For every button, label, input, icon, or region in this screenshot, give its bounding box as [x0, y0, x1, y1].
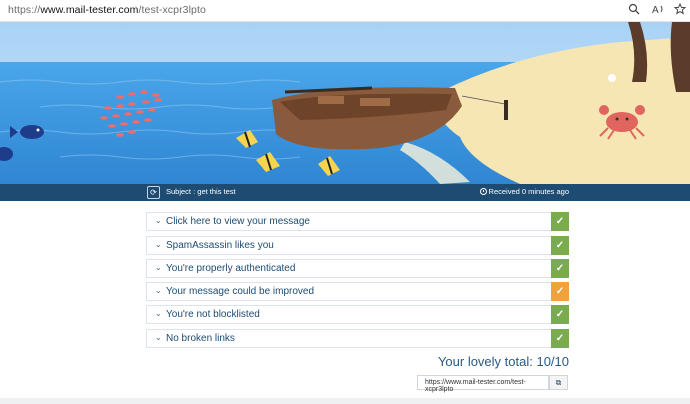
refresh-icon: ⟳: [150, 188, 157, 197]
favorite-star-icon[interactable]: [673, 2, 687, 17]
chevron-down-icon: ⌄: [155, 263, 162, 272]
clock-icon: [479, 188, 487, 195]
received-text: Received 0 minutes ago: [488, 187, 569, 196]
result-row-improvements[interactable]: ⌄ Your message could be improved ✓: [146, 282, 569, 301]
result-row-blocklist[interactable]: ⌄ You're not blocklisted ✓: [146, 305, 569, 324]
svg-text:A: A: [652, 5, 659, 15]
result-row-authentication[interactable]: ⌄ You're properly authenticated ✓: [146, 259, 569, 278]
result-label: Click here to view your message: [166, 216, 310, 227]
received-time: Received 0 minutes ago: [479, 187, 569, 196]
status-check-icon: ✓: [551, 282, 569, 301]
result-label: No broken links: [166, 333, 235, 344]
result-label: You're not blocklisted: [166, 309, 260, 320]
result-row-spamassassin[interactable]: ⌄ SpamAssassin likes you ✓: [146, 236, 569, 255]
hero-illustration: [0, 22, 690, 184]
chevron-down-icon: ⌄: [155, 286, 162, 295]
result-row-broken-links[interactable]: ⌄ No broken links ✓: [146, 329, 569, 348]
copy-icon: ⧉: [555, 378, 562, 387]
message-subject: Subject : get this test: [166, 187, 236, 196]
status-check-icon: ✓: [551, 259, 569, 278]
status-check-icon: ✓: [551, 236, 569, 255]
copy-url-button[interactable]: ⧉: [549, 375, 568, 390]
result-label: Your message could be improved: [166, 286, 315, 297]
chevron-down-icon: ⌄: [155, 309, 162, 318]
result-row-view-message[interactable]: ⌄ Click here to view your message ✓: [146, 212, 569, 231]
share-url-field[interactable]: https://www.mail-tester.com/test-xcpr3lp…: [417, 375, 549, 393]
beach-scene: [0, 22, 690, 184]
url-path: /test-xcpr3lpto: [138, 4, 206, 16]
result-label: You're properly authenticated: [166, 263, 296, 274]
message-info-bar: ⟳ Subject : get this test Received 0 min…: [0, 184, 690, 201]
chevron-down-icon: ⌄: [155, 333, 162, 342]
refresh-button[interactable]: ⟳: [147, 186, 160, 199]
page-footer-strip: [0, 398, 690, 404]
read-aloud-icon[interactable]: A: [651, 3, 665, 17]
url-field[interactable]: https://www.mail-tester.com/test-xcpr3lp…: [8, 4, 206, 16]
zoom-icon[interactable]: [627, 3, 641, 17]
chevron-down-icon: ⌄: [155, 216, 162, 225]
score-total: Your lovely total: 10/10: [437, 354, 569, 369]
url-host: www.mail-tester.com: [40, 4, 139, 16]
url-scheme: https://: [8, 4, 41, 16]
result-label: SpamAssassin likes you: [166, 240, 274, 251]
browser-address-bar: https://www.mail-tester.com/test-xcpr3lp…: [0, 0, 690, 22]
status-check-icon: ✓: [551, 329, 569, 348]
status-check-icon: ✓: [551, 212, 569, 231]
chevron-down-icon: ⌄: [155, 240, 162, 249]
status-check-icon: ✓: [551, 305, 569, 324]
